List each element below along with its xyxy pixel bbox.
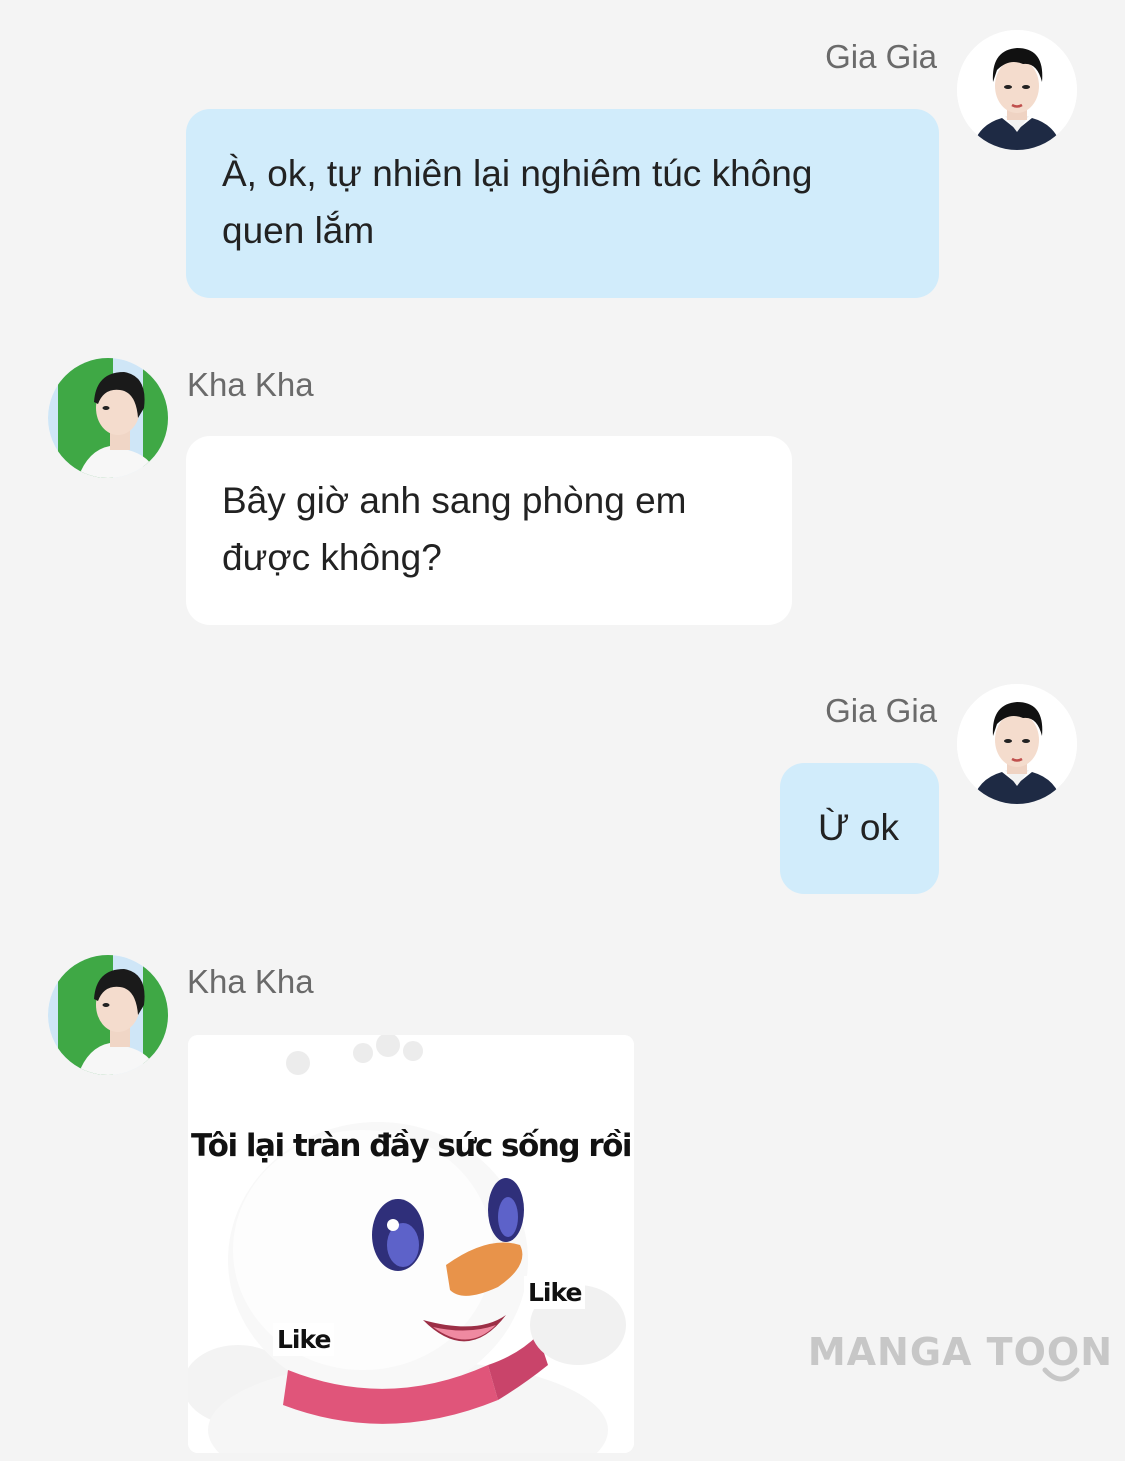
message-bubble-incoming[interactable]: Bây giờ anh sang phòng em được không?: [186, 436, 792, 625]
sender-name: Kha Kha: [187, 963, 314, 1000]
message-bubble-outgoing[interactable]: Ừ ok: [780, 763, 939, 894]
person-profile-icon: [48, 358, 168, 478]
sticker-like-tag: Like: [273, 1323, 335, 1356]
sticker-message[interactable]: Tôi lại tràn đầy sức sống rồi Like Like: [188, 1035, 634, 1453]
avatar-gia-gia[interactable]: [957, 30, 1077, 150]
sticker-caption: Tôi lại tràn đầy sức sống rồi: [190, 1128, 633, 1164]
sender-name: Gia Gia: [825, 692, 937, 729]
sender-name: Kha Kha: [187, 366, 314, 403]
snowman-sticker-icon: [188, 1035, 634, 1453]
avatar-kha-kha[interactable]: [48, 955, 168, 1075]
person-portrait-icon: [957, 684, 1077, 804]
avatar-gia-gia[interactable]: [957, 684, 1077, 804]
sticker-like-tag: Like: [524, 1276, 586, 1309]
message-bubble-outgoing[interactable]: À, ok, tự nhiên lại nghiêm túc không que…: [186, 109, 939, 298]
person-profile-icon: [48, 955, 168, 1075]
sender-name: Gia Gia: [825, 38, 937, 75]
smile-icon: [1042, 1367, 1080, 1382]
person-portrait-icon: [957, 30, 1077, 150]
avatar-kha-kha[interactable]: [48, 358, 168, 478]
